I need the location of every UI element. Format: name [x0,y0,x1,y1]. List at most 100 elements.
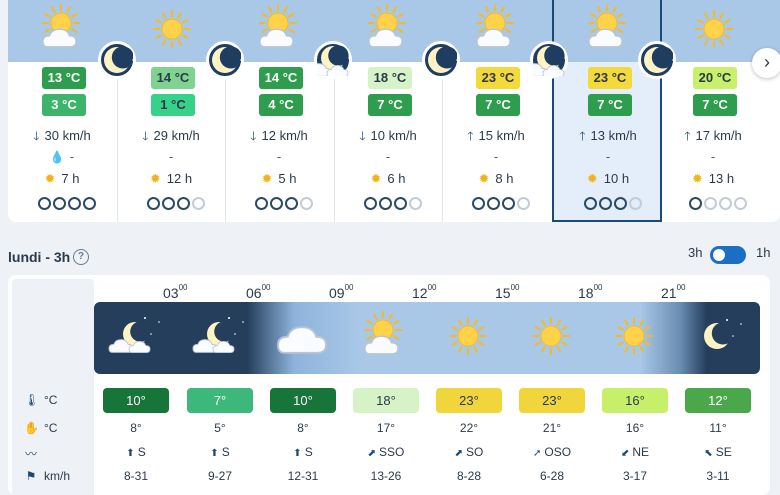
sunshine-hours: ✹ 5 h [261,171,297,186]
hour-label: 1200 [412,283,437,301]
hour-label: 0300 [163,283,188,301]
rating-icon [734,197,747,210]
rating-icon [394,197,407,210]
row-label-wind-speed: ⚑ km/h [25,469,71,483]
day-separator [442,62,443,222]
max-temp-badge: 13 °C [42,67,86,89]
wind-speed-value: 12-31 [287,469,319,483]
hourly-temp-badge: 7° [187,388,253,413]
row-label-column [12,279,94,495]
wind-speed: 🡓 29 km/h [117,127,225,148]
rating-icon [147,197,160,210]
day-column[interactable]: 13 °C 3 °C 🡓 30 km/h 💧 - ✹ 7 h [8,0,116,222]
wind-arrow-icon: ⬆ [293,448,302,459]
row-label-wind-direction: 〰 [24,445,44,462]
rating-icon [285,197,298,210]
day-column[interactable]: 14 °C 4 °C 🡓 12 km/h - ✹ 5 h [225,0,333,222]
wind-arrow-icon: ⬆ [126,448,135,459]
day-separator [225,62,226,222]
hourly-temp-badge: 10° [270,388,336,413]
feels-like-value: 11° [709,421,727,435]
weather-rating [689,197,749,213]
sun-small-icon: ✹ [586,171,598,186]
sun-cloud-icon [582,2,636,56]
sun-cloud-icon [470,2,524,56]
sun-cloud-icon [253,2,307,56]
hourly-temp-badge: 16° [602,388,668,413]
weather-rating [38,197,98,213]
wind-speed: 🡑 15 km/h [442,127,550,148]
rating-icon [270,197,283,210]
day-separator [334,62,335,222]
next-days-button[interactable]: › [752,48,780,78]
row-label-temperature-icon: 🌡 [24,393,40,407]
sun-cloud-icon [357,308,413,364]
feels-like-value: 17° [376,421,396,435]
wind-arrow-icon: 🡓 [359,129,366,143]
wind-arrow-icon: 🡑 [467,129,474,143]
min-temp-badge: 7 °C [476,94,520,116]
interval-toggle[interactable] [710,246,746,264]
wind-arrow-icon: 🡓 [142,129,149,143]
row-label-temperature: 🌡 °C [24,393,58,407]
feels-like-value: 22° [459,421,479,435]
hour-label: 1500 [495,283,520,301]
sun-cloud-icon [36,2,90,56]
max-temp-badge: 23 °C [476,67,520,89]
sun-icon [687,2,741,56]
wind-arrow-icon: ⬉ [704,448,713,459]
toggle-label-1h[interactable]: 1h [756,245,770,260]
day-column[interactable]: 18 °C 7 °C 🡓 10 km/h - ✹ 6 h [334,0,442,222]
wind-speed-value: 8-31 [123,469,149,483]
night-moon-icon [98,41,142,79]
wind-speed-value: 13-26 [370,469,402,483]
moon-icon [689,308,745,364]
rating-icon [53,197,66,210]
wind-arrow-icon: ⬋ [620,448,630,459]
day-column[interactable]: 23 °C 7 °C 🡑 15 km/h - ✹ 8 h [442,0,550,222]
wind-arrow-icon: ➚ [532,448,542,459]
cloud-icon [274,308,330,364]
rating-icon [162,197,175,210]
weather-rating [584,197,644,213]
hour-label: 1800 [578,283,603,301]
sunshine-hours: ✹ 12 h [149,171,193,186]
day-column[interactable]: 23 °C 7 °C 🡑 13 km/h - ✹ 10 h [552,0,662,222]
toggle-label-3h[interactable]: 3h [688,245,702,260]
rating-icon [255,197,268,210]
row-label-feels-like: ✋ °C [24,421,58,435]
day-column[interactable]: 14 °C 1 °C 🡓 29 km/h - ✹ 12 h [117,0,225,222]
wind-direction-value: ⬋ NE [620,445,650,459]
min-temp-badge: 3 °C [42,94,86,116]
hourly-temp-badge: 18° [353,388,419,413]
weather-rating [255,197,315,213]
hourly-temp-badge: 12° [685,388,751,413]
help-icon[interactable]: ? [73,249,89,265]
section-title: lundi - 3h [8,249,71,265]
hour-label: 0900 [329,283,354,301]
rating-icon [629,197,642,210]
rating-icon [487,197,500,210]
wind-arrow-icon: ⬈ [367,448,377,459]
rating-icon [379,197,392,210]
weather-rating [472,197,532,213]
wind-direction-value: ⬆ S [210,445,230,459]
min-temp-badge: 1 °C [151,94,195,116]
sunshine-hours: ✹ 13 h [691,171,735,186]
hour-label: 2100 [661,283,686,301]
sun-icon [606,308,662,364]
min-temp-badge: 7 °C [368,94,412,116]
wind-arrow-icon: 🡓 [33,129,40,143]
sunshine-hours: ✹ 6 h [370,171,406,186]
day-column[interactable]: 20 °C 7 °C 🡑 17 km/h - ✹ 13 h [659,0,767,222]
night-moon-icon [522,41,574,79]
wind-arrow-icon: ⬈ [454,448,464,459]
rating-icon [300,197,313,210]
rating-icon [599,197,612,210]
moon-cloud-icon [107,308,163,364]
feels-like-value: 21° [542,421,562,435]
precipitation: 💧 - [49,149,75,164]
wind-direction-value: ⬆ S [293,445,313,459]
precipitation: - [710,149,716,164]
wind-direction-value: ⬈ SSO [367,445,405,459]
